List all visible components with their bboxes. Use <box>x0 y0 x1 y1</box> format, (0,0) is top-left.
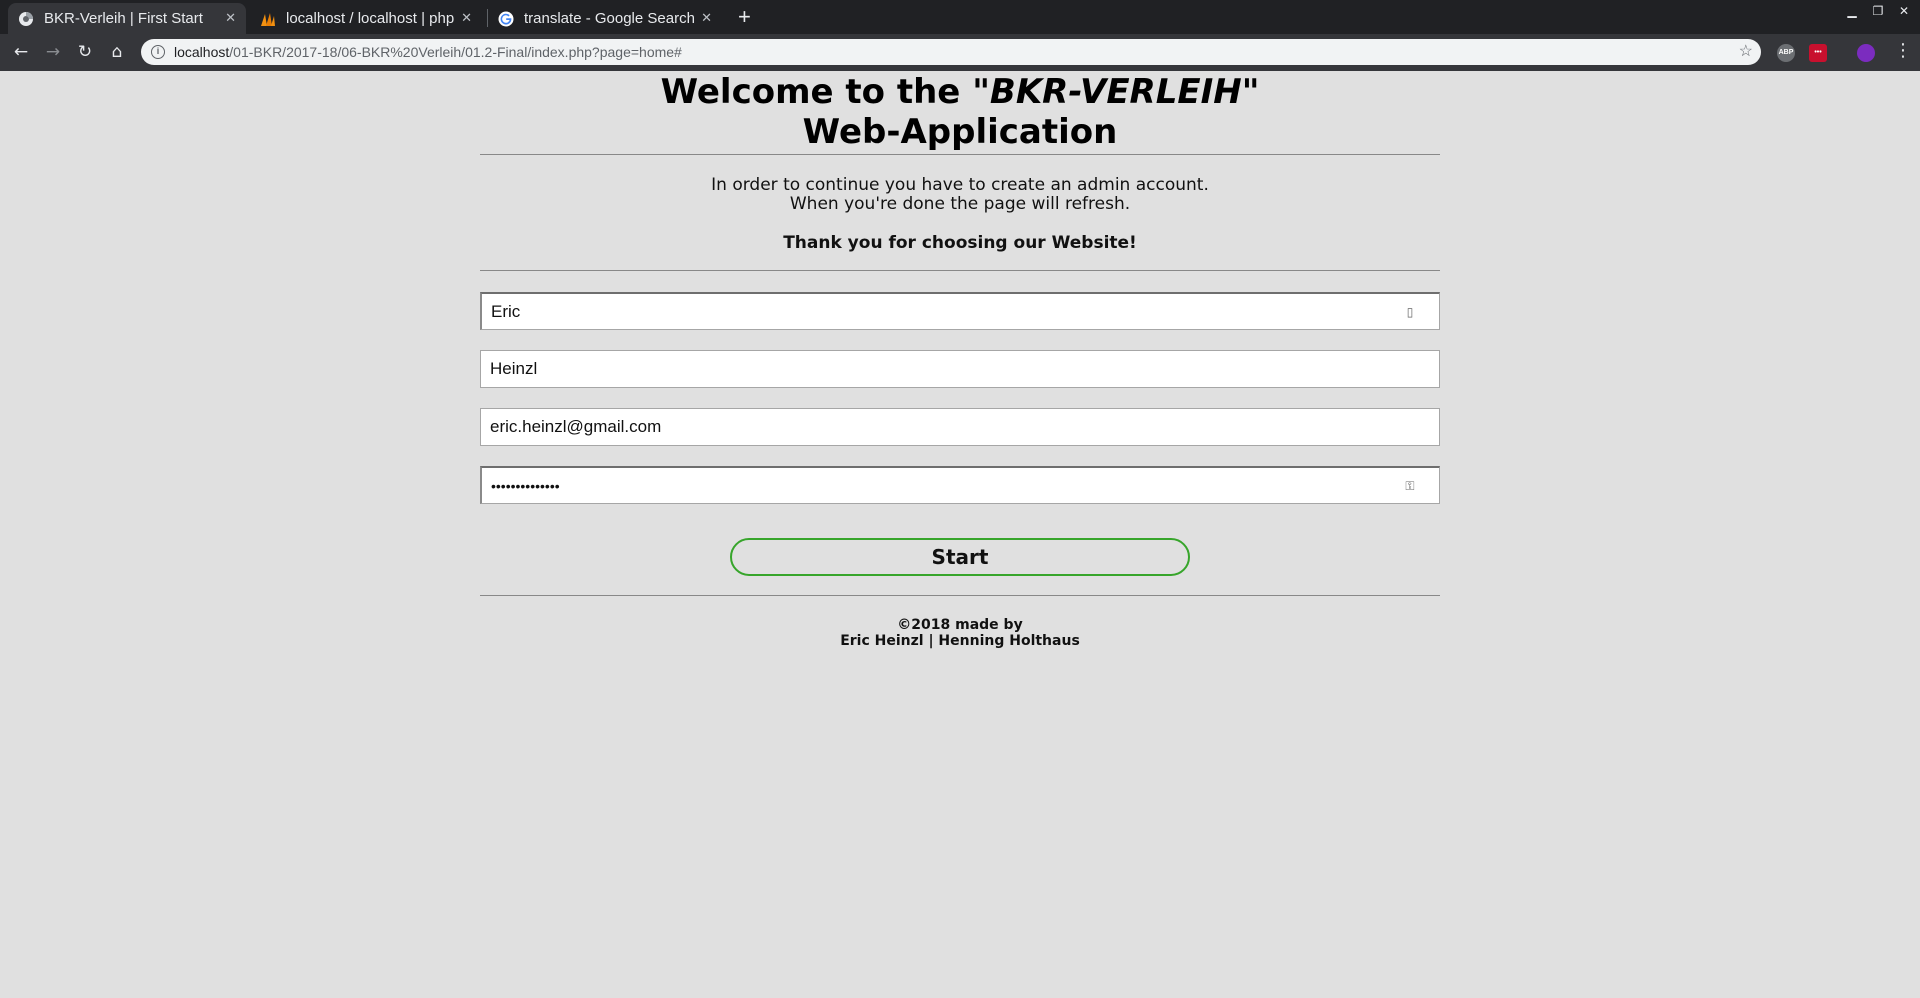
title-brand: BKR-VERLEIH <box>989 72 1242 112</box>
title-line2: Web-Application <box>802 112 1118 152</box>
tab-title: translate - Google Search <box>524 10 695 27</box>
tab-google-search[interactable]: translate - Google Search ✕ <box>488 3 722 34</box>
close-icon[interactable]: ✕ <box>701 10 712 26</box>
first-name-input[interactable] <box>491 294 1391 329</box>
last-name-field[interactable] <box>480 350 1440 388</box>
url-path: /01-BKR/2017-18/06-BKR%20Verleih/01.2-Fi… <box>229 44 682 60</box>
tab-phpmyadmin[interactable]: localhost / localhost | php ✕ <box>250 3 482 34</box>
home-icon[interactable]: ⌂ <box>106 41 128 63</box>
close-icon[interactable]: ✕ <box>461 10 472 26</box>
page-title: Welcome to the "BKR-VERLEIH" Web-Applica… <box>480 72 1440 152</box>
intro-text: In order to continue you have to create … <box>480 176 1440 214</box>
phpmyadmin-icon <box>260 11 276 27</box>
divider <box>480 270 1440 271</box>
password-input[interactable] <box>491 468 1391 503</box>
restore-icon[interactable]: ❐ <box>1869 2 1887 20</box>
tab-title: BKR-Verleih | First Start <box>44 10 203 27</box>
window-close-icon[interactable]: ✕ <box>1895 2 1913 20</box>
start-button[interactable]: Start <box>730 538 1190 576</box>
site-info-icon[interactable]: i <box>151 45 165 59</box>
browser-tab-bar: BKR-Verleih | First Start ✕ localhost / … <box>0 0 1920 34</box>
browser-toolbar: ← → ↻ ⌂ i localhost/01-BKR/2017-18/06-BK… <box>0 34 1920 71</box>
contact-card-icon[interactable]: ▯ <box>1403 305 1417 319</box>
footer-authors: Eric Heinzl | Henning Holthaus <box>840 633 1080 649</box>
url-host: localhost <box>174 44 230 60</box>
profile-avatar-icon[interactable] <box>1857 44 1875 62</box>
key-icon[interactable]: ⚿ <box>1403 479 1417 493</box>
reload-icon[interactable]: ↻ <box>74 41 96 63</box>
email-field[interactable] <box>480 408 1440 446</box>
title-prefix: Welcome to the " <box>660 72 990 112</box>
email-input[interactable] <box>490 409 1390 445</box>
forward-arrow-icon[interactable]: → <box>42 41 64 63</box>
footer: ©2018 made by Eric Heinzl | Henning Holt… <box>480 617 1440 649</box>
minimize-icon[interactable]: ▁ <box>1843 2 1861 20</box>
url-text: localhost/01-BKR/2017-18/06-BKR%20Verlei… <box>174 39 682 65</box>
adblock-plus-icon[interactable]: ABP <box>1777 44 1795 62</box>
last-name-input[interactable] <box>490 351 1390 387</box>
chrome-page-icon <box>18 11 34 27</box>
lastpass-icon[interactable]: ••• <box>1809 44 1827 62</box>
tab-bkr-verleih[interactable]: BKR-Verleih | First Start ✕ <box>8 3 246 34</box>
browser-menu-icon[interactable]: ⋮ <box>1894 40 1912 61</box>
first-name-field[interactable]: ▯ <box>480 292 1440 330</box>
password-field[interactable]: ⚿ <box>480 466 1440 504</box>
tab-title: localhost / localhost | php <box>286 10 455 27</box>
title-suffix: " <box>1241 72 1260 112</box>
google-g-icon <box>498 11 514 27</box>
setup-page: Welcome to the "BKR-VERLEIH" Web-Applica… <box>480 71 1440 649</box>
back-arrow-icon[interactable]: ← <box>10 41 32 63</box>
bookmark-star-icon[interactable]: ☆ <box>1739 39 1753 65</box>
thanks-text: Thank you for choosing our Website! <box>783 233 1137 253</box>
divider <box>480 595 1440 596</box>
intro-line1: In order to continue you have to create … <box>711 175 1209 195</box>
close-icon[interactable]: ✕ <box>225 10 236 26</box>
new-tab-button[interactable]: + <box>738 4 751 30</box>
address-bar[interactable]: i localhost/01-BKR/2017-18/06-BKR%20Verl… <box>141 39 1761 65</box>
intro-line2: When you're done the page will refresh. <box>789 194 1131 214</box>
divider <box>480 154 1440 155</box>
footer-copyright: ©2018 made by <box>897 617 1023 633</box>
